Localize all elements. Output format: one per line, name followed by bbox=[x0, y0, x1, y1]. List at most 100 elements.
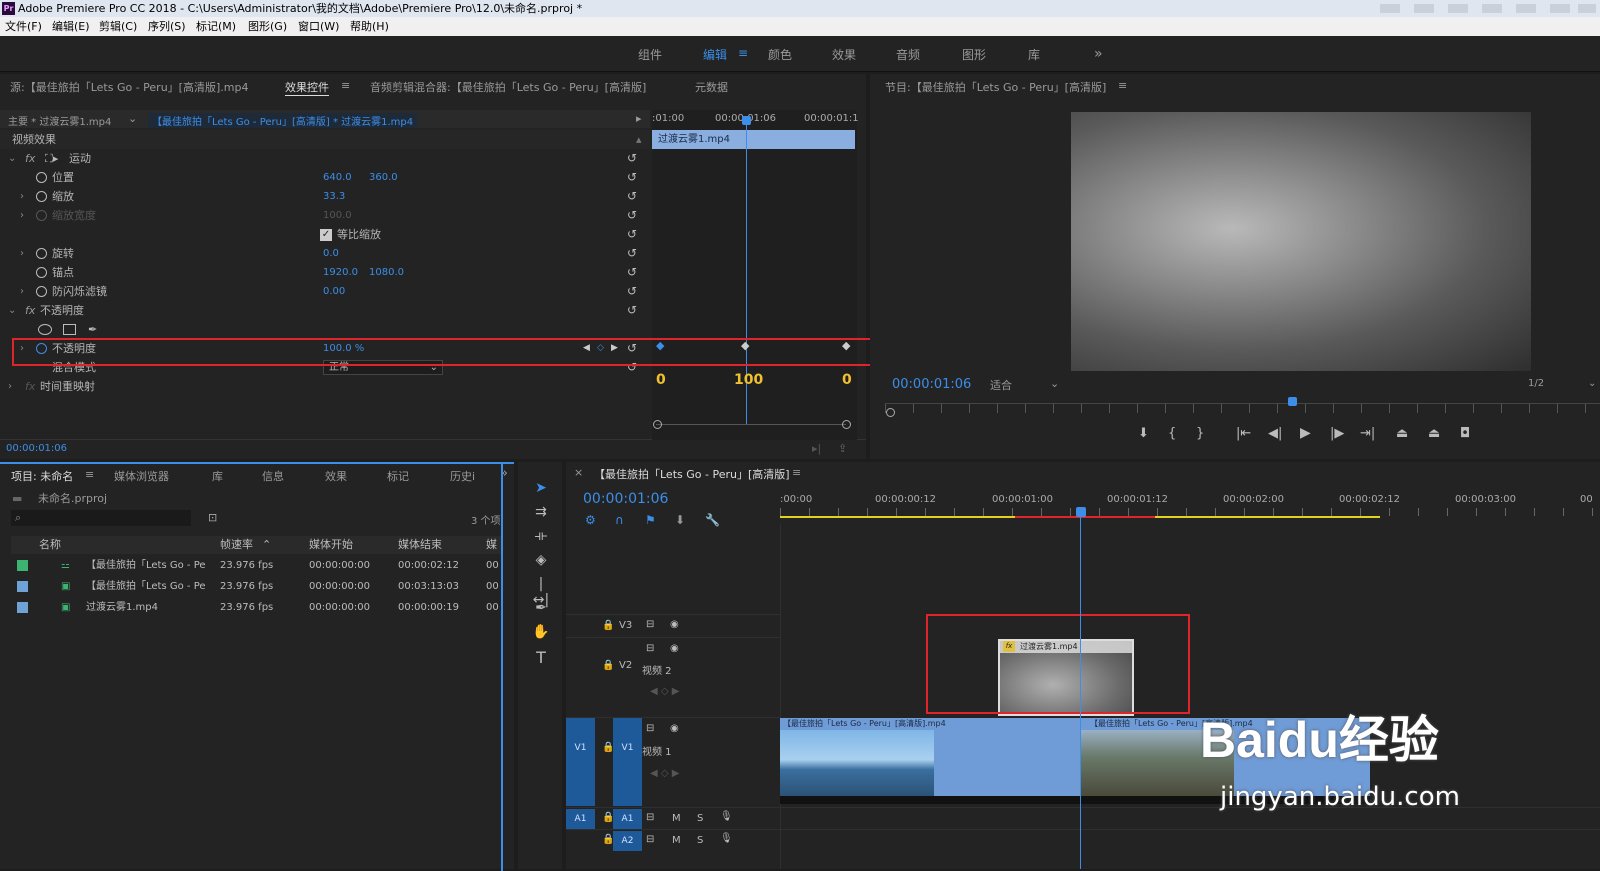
track-a1[interactable]: A1 🔒 A1 ⊟ M S 🎙 bbox=[566, 807, 1600, 829]
sequence-clip-label[interactable]: 【最佳旅拍「Lets Go - Peru」[高清版] * 过渡云雾1.mp4 bbox=[148, 113, 418, 128]
reset-icon[interactable]: ↺ bbox=[627, 282, 637, 301]
step-forward-icon[interactable]: |▶ bbox=[1330, 426, 1344, 441]
menu-window[interactable]: 窗口(W) bbox=[298, 17, 339, 36]
chevron-down-icon[interactable]: ⌄ bbox=[128, 112, 137, 125]
microphone-icon[interactable]: 🎙 bbox=[720, 833, 733, 844]
menu-icon[interactable]: ≡ bbox=[792, 466, 801, 479]
add-marker-icon[interactable]: ⬇ bbox=[675, 513, 685, 527]
position-x[interactable]: 640.0 bbox=[323, 168, 352, 187]
transform-icon[interactable]: ⛶▸ bbox=[45, 149, 58, 168]
menu-graphics[interactable]: 图形(G) bbox=[248, 17, 287, 36]
hand-tool-icon[interactable]: ✋ bbox=[531, 624, 551, 644]
track-select-tool-icon[interactable]: ⇉ bbox=[531, 504, 551, 524]
stopwatch-icon[interactable] bbox=[36, 248, 47, 259]
workspace-audio[interactable]: 音频 bbox=[896, 46, 920, 63]
anchor-x[interactable]: 1920.0 bbox=[323, 263, 358, 282]
workspace-effects[interactable]: 效果 bbox=[832, 46, 856, 63]
stopwatch-icon[interactable] bbox=[36, 286, 47, 297]
chevron-right-icon[interactable]: › bbox=[20, 187, 24, 206]
column-media-end[interactable]: 媒体结束 bbox=[398, 536, 442, 554]
project-row-clip[interactable]: ▣ 【最佳旅拍「Lets Go - Pe 23.976 fps 00:00:00… bbox=[11, 576, 503, 597]
lock-icon[interactable]: 🔒 bbox=[602, 620, 614, 631]
track-a2[interactable]: 🔒 A2 ⊟ M S 🎙 bbox=[566, 829, 1600, 851]
lock-icon[interactable]: 🔒 bbox=[602, 660, 614, 671]
scale-value[interactable]: 33.3 bbox=[323, 187, 345, 206]
column-framerate[interactable]: 帧速率 bbox=[220, 536, 253, 554]
title-ctrl-2[interactable] bbox=[1414, 4, 1434, 13]
play-only-icon[interactable]: ▸ bbox=[636, 112, 642, 125]
menu-icon[interactable]: ≡ bbox=[1118, 79, 1127, 92]
source-patch-v1[interactable]: V1 bbox=[566, 718, 595, 806]
selection-tool-icon[interactable]: ➤ bbox=[531, 480, 551, 500]
track-v1[interactable]: V1 🔒 V1 ⊟ ◉ 视频 1 ◀ ◇ ▶ bbox=[566, 717, 780, 806]
menu-marker[interactable]: 标记(M) bbox=[196, 17, 236, 36]
rotation-value[interactable]: 0.0 bbox=[323, 244, 339, 263]
tab-effects[interactable]: 效果 bbox=[325, 468, 347, 484]
eye-icon[interactable]: ◉ bbox=[670, 619, 679, 630]
go-to-in-icon[interactable]: |⇤ bbox=[1236, 426, 1251, 441]
program-timecode[interactable]: 00:00:01:06 bbox=[892, 377, 971, 392]
eye-icon[interactable]: ◉ bbox=[670, 723, 679, 734]
go-to-out-icon[interactable]: ⇥| bbox=[1360, 426, 1375, 441]
column-more[interactable]: 媒 bbox=[486, 536, 497, 554]
pen-mask-icon[interactable]: ✒ bbox=[88, 320, 97, 339]
chevron-right-icon[interactable]: › bbox=[20, 244, 24, 263]
tab-project[interactable]: 项目: 未命名 bbox=[11, 468, 73, 484]
menu-clip[interactable]: 剪辑(C) bbox=[99, 17, 137, 36]
workspace-assembly[interactable]: 组件 bbox=[638, 46, 662, 63]
tab-audio-clip-mixer[interactable]: 音频剪辑混合器:【最佳旅拍「Lets Go - Peru」[高清版] bbox=[370, 79, 646, 95]
type-tool-icon[interactable]: T bbox=[531, 648, 551, 668]
track-v2[interactable]: 🔒 V2 ⊟ ◉ 视频 2 ◀ ◇ ▶ bbox=[566, 637, 780, 717]
tab-sequence[interactable]: 【最佳旅拍「Lets Go - Peru」[高清版] bbox=[594, 466, 790, 482]
fit-select[interactable]: 适合 ⌄ bbox=[990, 377, 1060, 393]
stopwatch-icon[interactable] bbox=[36, 191, 47, 202]
time-remap-row[interactable]: › fx 时间重映射 bbox=[0, 377, 650, 396]
scroll-up-icon[interactable]: ▴ bbox=[636, 130, 642, 149]
solo-button[interactable]: S bbox=[697, 835, 703, 846]
solo-button[interactable]: S bbox=[697, 813, 703, 824]
reset-icon[interactable]: ↺ bbox=[627, 206, 637, 225]
eye-icon[interactable]: ◉ bbox=[670, 643, 679, 654]
master-clip-select[interactable]: 主要 * 过渡云雾1.mp4 bbox=[8, 113, 111, 128]
track-target-a1[interactable]: A1 bbox=[613, 809, 642, 829]
more-workspaces-button[interactable]: » bbox=[1094, 46, 1103, 62]
menu-help[interactable]: 帮助(H) bbox=[350, 17, 389, 36]
rectangle-mask-icon[interactable] bbox=[63, 324, 76, 335]
zoom-handle-right[interactable] bbox=[842, 420, 851, 429]
menu-file[interactable]: 文件(F) bbox=[5, 17, 42, 36]
title-ctrl-1[interactable] bbox=[1380, 4, 1400, 13]
reset-icon[interactable]: ↺ bbox=[627, 263, 637, 282]
tab-effect-controls[interactable]: 效果控件 bbox=[285, 79, 329, 96]
resolution-select[interactable]: 1/2 ⌄ bbox=[1528, 378, 1596, 389]
zoom-handle[interactable] bbox=[886, 408, 895, 417]
tab-source[interactable]: 源:【最佳旅拍「Lets Go - Peru」[高清版].mp4 bbox=[10, 79, 248, 95]
wrench-icon[interactable]: 🔧 bbox=[705, 513, 720, 527]
sync-lock-icon[interactable]: ⊟ bbox=[646, 834, 654, 845]
mute-button[interactable]: M bbox=[672, 835, 681, 846]
menu-icon[interactable]: ≡ bbox=[85, 468, 94, 481]
title-ctrl-3[interactable] bbox=[1448, 4, 1468, 13]
maximize-button[interactable] bbox=[1550, 4, 1570, 13]
sync-lock-icon[interactable]: ⊟ bbox=[646, 723, 654, 734]
new-bin-icon[interactable]: ⊡ bbox=[208, 511, 217, 524]
mute-button[interactable]: M bbox=[672, 813, 681, 824]
program-video-frame[interactable] bbox=[1071, 112, 1531, 371]
source-patch-a1[interactable]: A1 bbox=[566, 809, 595, 829]
workspace-editing[interactable]: 编辑 bbox=[703, 46, 727, 63]
filter-icon[interactable]: ▸| bbox=[812, 442, 821, 455]
nest-icon[interactable]: ⚙ bbox=[585, 513, 596, 527]
workspace-graphics[interactable]: 图形 bbox=[962, 46, 986, 63]
reset-icon[interactable]: ↺ bbox=[627, 149, 637, 168]
timeline-timecode[interactable]: 00:00:01:06 bbox=[583, 491, 668, 507]
tab-history[interactable]: 历史i bbox=[450, 468, 475, 484]
project-row-clip[interactable]: ▣ 过渡云雾1.mp4 23.976 fps 00:00:00:00 00:00… bbox=[11, 597, 503, 618]
tab-info[interactable]: 信息 bbox=[262, 468, 284, 484]
opacity-section-row[interactable]: ⌄ fx 不透明度 ↺ bbox=[0, 301, 650, 320]
mark-in-icon[interactable]: { bbox=[1168, 426, 1176, 441]
reset-icon[interactable]: ↺ bbox=[627, 244, 637, 263]
fx-icon[interactable]: fx bbox=[25, 149, 35, 168]
razor-tool-icon[interactable]: ◈ bbox=[531, 552, 551, 572]
playhead-handle[interactable] bbox=[1076, 507, 1086, 517]
keyframe-nav-icon[interactable]: ◀ ◇ ▶ bbox=[650, 686, 679, 697]
stopwatch-icon[interactable] bbox=[36, 267, 47, 278]
